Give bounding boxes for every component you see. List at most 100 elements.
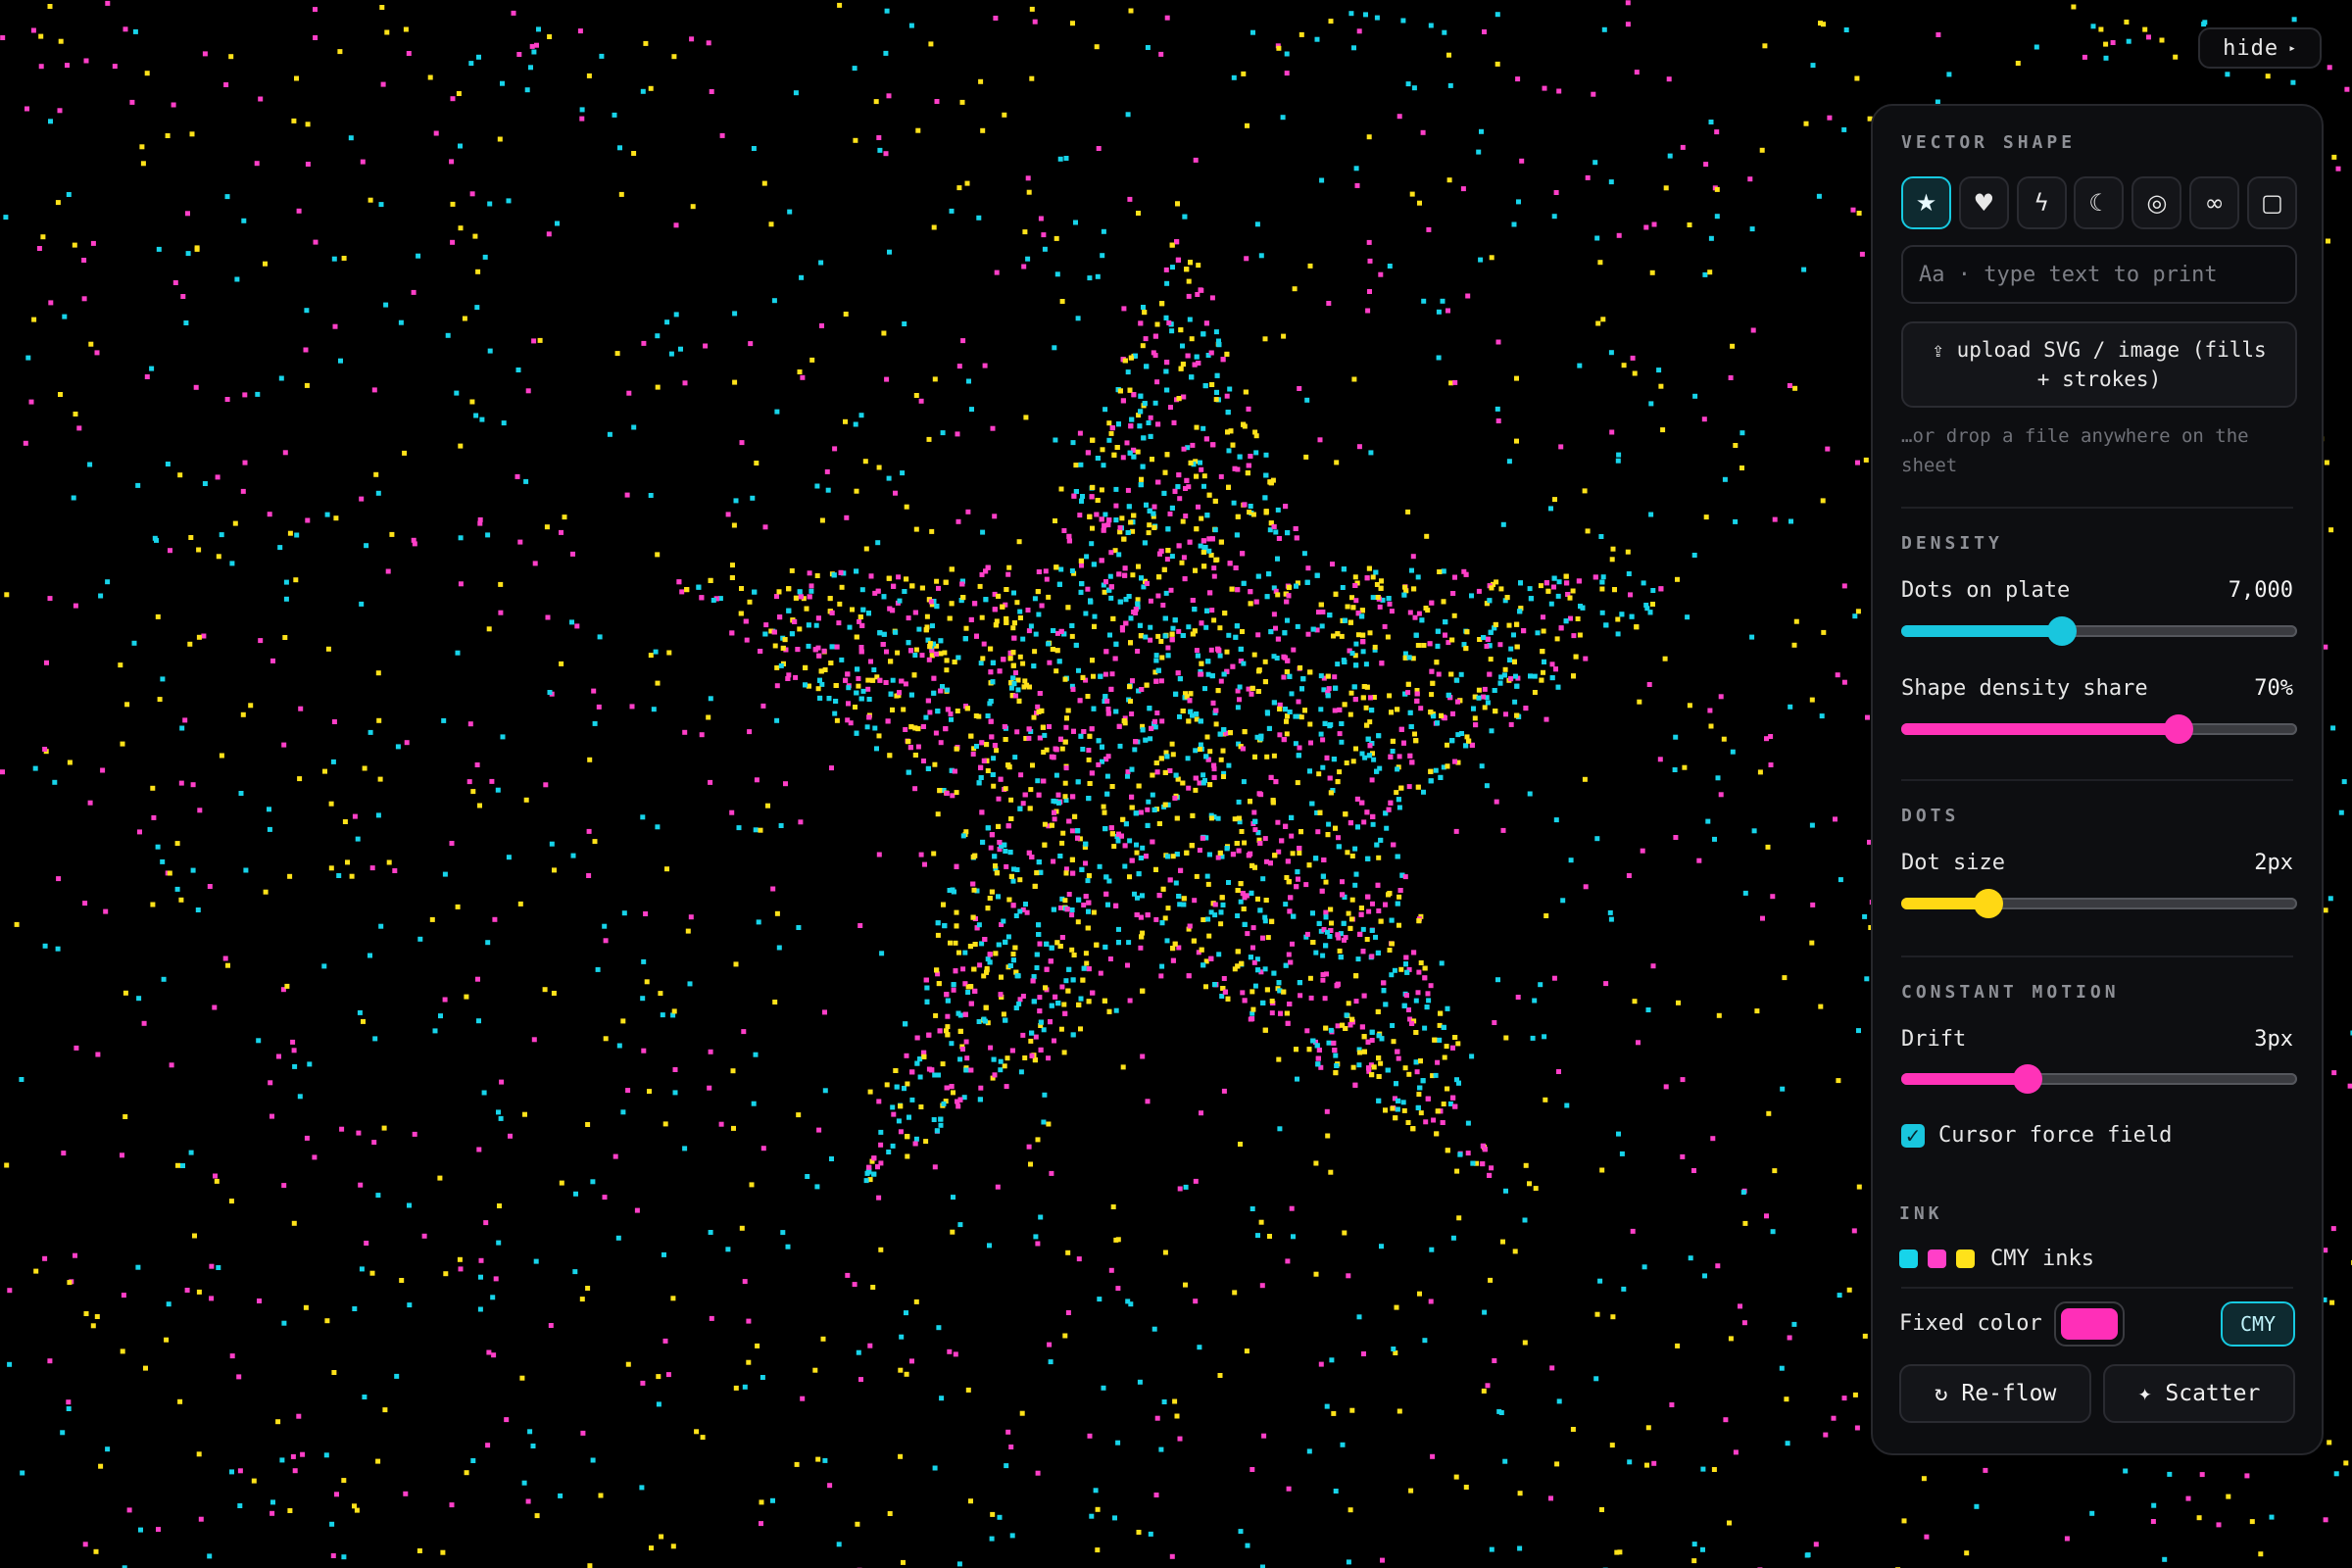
ink-dot (954, 923, 959, 929)
ink-dot (741, 1029, 747, 1035)
ink-dot (1119, 625, 1125, 630)
ink-dot (898, 1453, 904, 1459)
ink-dot (1290, 941, 1295, 947)
ink-dot (2333, 1471, 2339, 1477)
ink-dot (1235, 705, 1241, 710)
ink-dot (1361, 1034, 1367, 1040)
ink-dot (983, 568, 989, 574)
ink-dot (1087, 514, 1093, 519)
ink-dot (1549, 662, 1555, 667)
ink-dot (881, 631, 887, 637)
ink-dot (1354, 796, 1360, 802)
ink-dot (1295, 869, 1300, 875)
ink-dot (1252, 818, 1258, 824)
ink-dot (1049, 1003, 1054, 1008)
ink-dot (1390, 749, 1396, 754)
ink-dot (1298, 664, 1303, 670)
ink-dot (1236, 799, 1242, 805)
ink-dot (1192, 898, 1198, 904)
ink-dot (1202, 383, 1208, 389)
ink-dot (994, 748, 1000, 754)
ink-dot (1140, 343, 1146, 349)
ink-dot (1029, 1030, 1035, 1036)
ink-dot (1402, 1065, 1408, 1071)
ink-dot (1028, 1038, 1034, 1044)
ink-dot (782, 637, 788, 643)
ink-dot (1487, 1172, 1493, 1178)
ink-dot (1331, 1410, 1337, 1416)
ink-dot (1007, 963, 1013, 968)
ink-dot (42, 747, 48, 752)
ink-dot (1262, 679, 1268, 685)
ink-dot (381, 1125, 387, 1131)
ink-dot (1395, 1106, 1400, 1112)
ink-dot (971, 887, 977, 893)
ink-dot (1276, 1056, 1282, 1062)
ink-dot (865, 677, 871, 683)
ink-dot (979, 740, 985, 746)
ink-dot (1762, 43, 1768, 49)
ink-dot (441, 717, 447, 723)
ink-dot (1419, 617, 1425, 623)
ink-dot (1441, 568, 1446, 574)
ink-dot (814, 573, 820, 578)
ink-dot (1147, 508, 1152, 514)
ink-dot (1323, 943, 1329, 949)
ink-dot (1008, 816, 1014, 821)
ink-dot (1160, 603, 1166, 608)
ink-dot (1004, 619, 1009, 625)
ink-dot (1238, 646, 1244, 652)
ink-dot (904, 1371, 909, 1377)
ink-dot (706, 40, 711, 46)
ink-dot (1031, 663, 1037, 669)
ink-dot (1268, 774, 1274, 780)
ink-dot (313, 35, 318, 40)
ink-dot (1104, 773, 1110, 779)
ink-dot (1691, 1542, 1697, 1547)
ink-dot (1375, 1008, 1381, 1014)
ink-dot (1742, 890, 1748, 896)
ink-dot (987, 952, 993, 957)
ink-dot (1356, 1062, 1362, 1068)
ink-dot (1629, 613, 1635, 619)
ink-dot (33, 1268, 39, 1274)
ink-dot (1235, 949, 1241, 955)
ink-dot (1296, 699, 1301, 705)
ink-dot (1195, 653, 1200, 659)
ink-dot (1281, 674, 1287, 680)
ink-dot (655, 552, 661, 558)
ink-dot (1176, 628, 1182, 634)
ink-dot (996, 894, 1001, 900)
ink-dot (1020, 801, 1026, 807)
ink-dot (1413, 1059, 1419, 1065)
ink-dot (1255, 896, 1260, 902)
ink-dot (668, 351, 674, 357)
ink-dot (1409, 760, 1415, 765)
ink-dot (1178, 327, 1184, 333)
ink-dot (753, 827, 759, 833)
ink-dot (1049, 822, 1054, 828)
ink-dot (750, 495, 756, 501)
ink-dot (881, 594, 887, 600)
ink-dot (1005, 762, 1011, 768)
ink-dot (906, 615, 911, 621)
ink-dot (974, 633, 979, 639)
ink-dot (1663, 1084, 1669, 1090)
ink-dot (81, 258, 87, 263)
ink-dot (1463, 743, 1469, 749)
ink-dot (1327, 612, 1333, 618)
ink-dot (1323, 879, 1329, 885)
ink-dot (1114, 445, 1120, 450)
ink-dot (1150, 839, 1155, 845)
ink-dot (1190, 812, 1196, 818)
ink-dot (1174, 1413, 1180, 1419)
ink-dot (1265, 935, 1271, 941)
ink-dot (1375, 950, 1381, 956)
ink-dot (1283, 823, 1289, 829)
ink-dot (1813, 1542, 1819, 1547)
ink-dot (1289, 833, 1295, 839)
ink-dot (1232, 466, 1238, 471)
ink-dot (1421, 789, 1426, 795)
ink-dot (807, 594, 812, 600)
ink-dot (751, 146, 757, 151)
